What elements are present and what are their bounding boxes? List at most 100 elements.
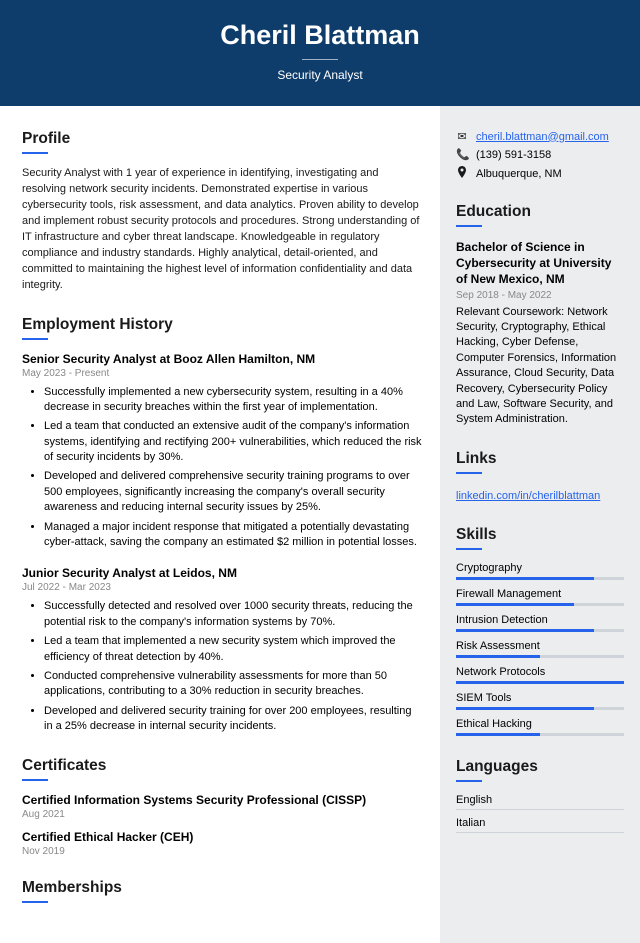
section-rule	[22, 779, 48, 781]
cert-name: Certified Ethical Hacker (CEH)	[22, 830, 422, 844]
skill-bar-fill	[456, 733, 540, 736]
skill-bar-fill	[456, 707, 594, 710]
job-bullet: Developed and delivered security trainin…	[44, 704, 422, 735]
language-name: Italian	[456, 817, 624, 829]
job: Senior Security Analyst at Booz Allen Ha…	[22, 352, 422, 551]
profile-section: Profile Security Analyst with 1 year of …	[22, 130, 422, 294]
phone-icon: 📞	[456, 148, 468, 161]
person-title: Security Analyst	[0, 68, 640, 82]
education-section: Education Bachelor of Science in Cyberse…	[456, 203, 624, 428]
language: English	[456, 794, 624, 810]
skill: Network Protocols	[456, 666, 624, 684]
links-section: Links linkedin.com/in/cherilblattman	[456, 450, 624, 504]
contact-location-row: Albuquerque, NM	[456, 166, 624, 181]
skills-heading: Skills	[456, 526, 624, 544]
skill-bar	[456, 629, 624, 632]
skill-name: Firewall Management	[456, 588, 624, 600]
skill-name: SIEM Tools	[456, 692, 624, 704]
languages-section: Languages English Italian	[456, 758, 624, 833]
cert-date: Aug 2021	[22, 809, 422, 820]
section-rule	[456, 472, 482, 474]
skill-bar-fill	[456, 603, 574, 606]
skill-name: Intrusion Detection	[456, 614, 624, 626]
job-title: Junior Security Analyst at Leidos, NM	[22, 566, 422, 580]
cert-date: Nov 2019	[22, 846, 422, 857]
section-rule	[456, 225, 482, 227]
main-column: Profile Security Analyst with 1 year of …	[0, 106, 440, 943]
job-bullets: Successfully detected and resolved over …	[22, 599, 422, 734]
contact-section: ✉ cheril.blattman@gmail.com 📞 (139) 591-…	[456, 130, 624, 181]
job-bullet: Successfully implemented a new cybersecu…	[44, 385, 422, 416]
skill-bar	[456, 733, 624, 736]
links-heading: Links	[456, 450, 624, 468]
job-bullet: Successfully detected and resolved over …	[44, 599, 422, 630]
skill: Ethical Hacking	[456, 718, 624, 736]
section-rule	[22, 152, 48, 154]
skill-bar	[456, 603, 624, 606]
certificate: Certified Ethical Hacker (CEH) Nov 2019	[22, 830, 422, 857]
profile-heading: Profile	[22, 130, 422, 148]
skill-bar-fill	[456, 629, 594, 632]
job-bullet: Managed a major incident response that m…	[44, 520, 422, 551]
email-icon: ✉	[456, 130, 468, 143]
employment-heading: Employment History	[22, 316, 422, 334]
section-rule	[456, 780, 482, 782]
link-item[interactable]: linkedin.com/in/cherilblattman	[456, 490, 600, 502]
job-bullet: Led a team that conducted an extensive a…	[44, 419, 422, 465]
resume-body: Profile Security Analyst with 1 year of …	[0, 106, 640, 943]
skill: Risk Assessment	[456, 640, 624, 658]
memberships-heading: Memberships	[22, 879, 422, 897]
language: Italian	[456, 817, 624, 833]
location-icon	[456, 166, 468, 181]
cert-name: Certified Information Systems Security P…	[22, 793, 422, 807]
contact-email-row: ✉ cheril.blattman@gmail.com	[456, 130, 624, 143]
education-degree: Bachelor of Science in Cybersecurity at …	[456, 239, 624, 288]
skill-bar-fill	[456, 681, 624, 684]
skill-bar-fill	[456, 577, 594, 580]
skill-name: Cryptography	[456, 562, 624, 574]
certificates-section: Certificates Certified Information Syste…	[22, 757, 422, 857]
job-title: Senior Security Analyst at Booz Allen Ha…	[22, 352, 422, 366]
skill-bar	[456, 681, 624, 684]
job-bullet: Conducted comprehensive vulnerability as…	[44, 669, 422, 700]
contact-phone-row: 📞 (139) 591-3158	[456, 148, 624, 161]
person-name: Cheril Blattman	[0, 20, 640, 51]
header-rule	[302, 59, 338, 60]
section-rule	[22, 901, 48, 903]
skill-bar	[456, 577, 624, 580]
section-rule	[22, 338, 48, 340]
employment-section: Employment History Senior Security Analy…	[22, 316, 422, 735]
skill-bar-fill	[456, 655, 540, 658]
contact-phone: (139) 591-3158	[476, 149, 551, 161]
contact-email[interactable]: cheril.blattman@gmail.com	[476, 131, 609, 143]
skill: Firewall Management	[456, 588, 624, 606]
language-rule	[456, 832, 624, 833]
section-rule	[456, 548, 482, 550]
job-dates: May 2023 - Present	[22, 368, 422, 379]
job-bullet: Led a team that implemented a new securi…	[44, 634, 422, 665]
skill: SIEM Tools	[456, 692, 624, 710]
skills-section: Skills Cryptography Firewall Management In…	[456, 526, 624, 736]
skill-name: Ethical Hacking	[456, 718, 624, 730]
sidebar-column: ✉ cheril.blattman@gmail.com 📞 (139) 591-…	[440, 106, 640, 943]
education-dates: Sep 2018 - May 2022	[456, 290, 624, 301]
language-rule	[456, 809, 624, 810]
profile-text: Security Analyst with 1 year of experien…	[22, 166, 422, 294]
memberships-section: Memberships	[22, 879, 422, 903]
skill: Intrusion Detection	[456, 614, 624, 632]
job-bullets: Successfully implemented a new cybersecu…	[22, 385, 422, 551]
education-text: Relevant Coursework: Network Security, C…	[456, 305, 624, 428]
languages-heading: Languages	[456, 758, 624, 776]
skill-name: Network Protocols	[456, 666, 624, 678]
skill-name: Risk Assessment	[456, 640, 624, 652]
job: Junior Security Analyst at Leidos, NM Jul…	[22, 566, 422, 734]
skill: Cryptography	[456, 562, 624, 580]
certificates-heading: Certificates	[22, 757, 422, 775]
language-name: English	[456, 794, 624, 806]
resume-header: Cheril Blattman Security Analyst	[0, 0, 640, 106]
contact-location: Albuquerque, NM	[476, 168, 562, 180]
job-bullet: Developed and delivered comprehensive se…	[44, 469, 422, 515]
skill-bar	[456, 655, 624, 658]
job-dates: Jul 2022 - Mar 2023	[22, 582, 422, 593]
skill-bar	[456, 707, 624, 710]
